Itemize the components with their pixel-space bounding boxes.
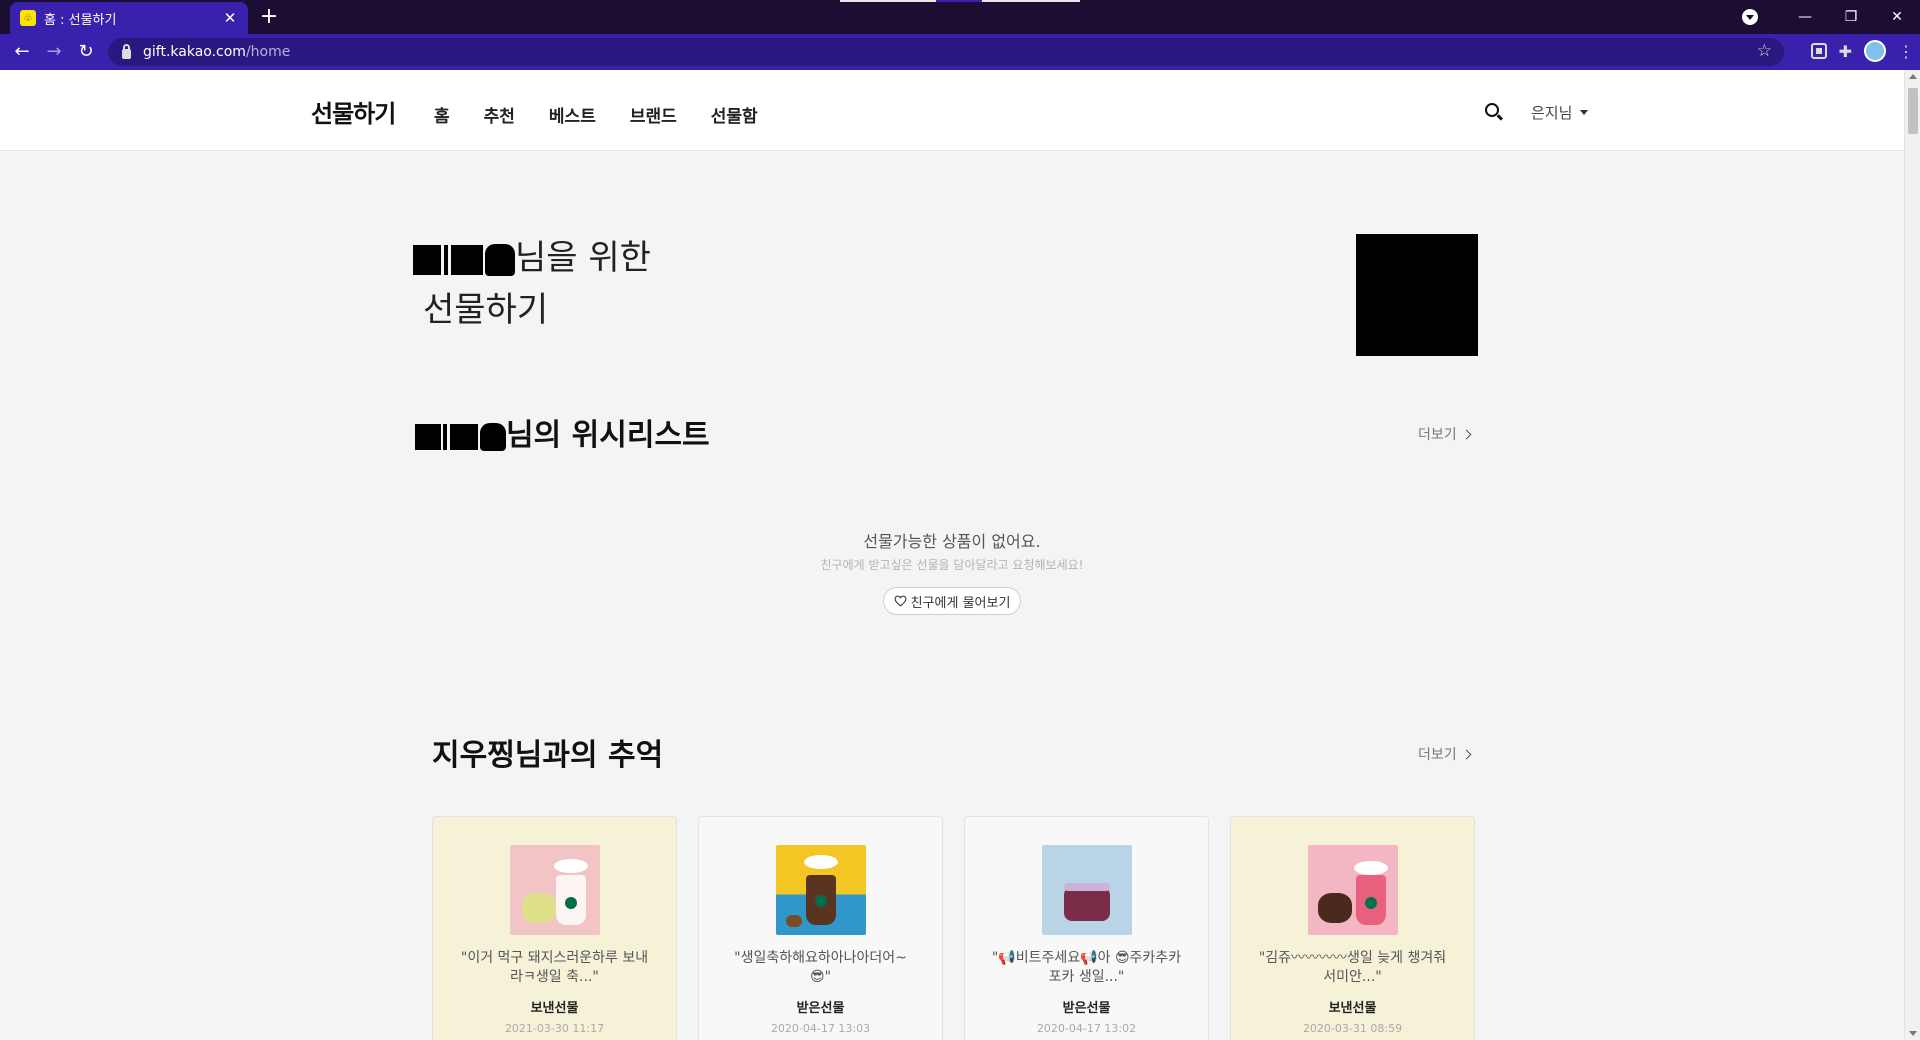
redacted-name [413,238,515,278]
scroll-down-icon[interactable] [1909,1031,1917,1036]
back-icon[interactable]: ← [10,40,34,64]
memory-card[interactable]: "이거 먹구 돼지스러운하루 보내라ㅋ생일 축..." 보낸선물 2021-03… [432,816,677,1040]
user-name: 은지님 [1531,104,1573,122]
main-nav: 홈 추천 베스트 브랜드 선물함 [433,102,758,127]
address-bar[interactable]: gift.kakao.com/home ☆ [108,38,1784,66]
card-message: "📢비트주세요📢아 😎주카추카포카 생일..." [991,950,1182,985]
product-image [1307,845,1398,935]
product-image [509,845,600,935]
nav-recommend[interactable]: 추천 [484,102,515,127]
wishlist-empty-state: 선물가능한 상품이 없어요. 친구에게 받고싶은 선물을 담아달라고 요청해보세… [600,528,1304,615]
gift-favicon-icon: ♧ [20,10,36,26]
redacted-name [415,418,506,453]
new-tab-button[interactable]: + [256,5,282,29]
hero-title: 님을 위한 선물하기 [413,232,651,336]
extension-area: ✚ ⋮ [1810,40,1914,62]
forward-icon[interactable]: → [42,40,66,64]
card-date: 2020-04-17 13:03 [770,1022,871,1035]
url-path: /home [245,44,291,60]
window-controls: — ❐ ✕ [1742,0,1920,34]
page: 선물하기 홈 추천 베스트 브랜드 선물함 은지님 님을 위한 선물하기 님의 … [0,70,1904,1040]
product-image [1041,845,1132,935]
hero-line2: 선물하기 [423,290,549,330]
site-logo[interactable]: 선물하기 [311,94,396,129]
minimize-button[interactable]: — [1782,0,1828,34]
memory-card[interactable]: "생일축하해요하아나아더어~😎" 받은선물 2020-04-17 13:03 [698,816,943,1040]
chevron-right-icon [1461,429,1472,439]
bookmark-star-icon[interactable]: ☆ [1757,41,1772,61]
memory-card[interactable]: "📢비트주세요📢아 😎주카추카포카 생일..." 받은선물 2020-04-17… [964,816,1209,1040]
empty-submessage: 친구에게 받고싶은 선물을 담아달라고 요청해보세요! [820,558,1084,572]
tab-search-icon[interactable] [1742,9,1758,25]
chevron-right-icon [1461,749,1472,759]
nav-home[interactable]: 홈 [433,102,451,127]
restore-button[interactable]: ❐ [1828,0,1874,34]
menu-dots-icon[interactable]: ⋮ [1898,42,1914,61]
window-close-button[interactable]: ✕ [1874,0,1920,34]
card-type: 받은선물 [796,1001,845,1016]
browser-tab-bar: ♧ 홈 : 선물하기 ✕ + — ❐ ✕ [0,0,1920,34]
window-indicator [840,0,1080,2]
wishlist-title: 님의 위시리스트 [415,410,710,454]
card-date: 2020-04-17 13:02 [1036,1022,1137,1035]
card-date: 2020-03-31 08:59 [1302,1022,1403,1035]
profile-image [1356,234,1478,356]
hero-line1: 님을 위한 [515,238,651,278]
card-type: 보낸선물 [1328,1001,1377,1016]
page-scrollbar[interactable] [1904,70,1920,1040]
empty-message: 선물가능한 상품이 없어요. [863,532,1041,551]
card-date: 2021-03-30 11:17 [504,1022,605,1035]
site-header: 선물하기 홈 추천 베스트 브랜드 선물함 은지님 [0,70,1904,151]
card-message: "김쥬〰〰〰〰생일 늦게 챙겨줘서미안..." [1258,950,1447,985]
tab-title: 홈 : 선물하기 [44,12,117,28]
url-domain: gift.kakao.com [143,44,246,60]
wishlist-more-link[interactable]: 더보기 [1418,424,1472,444]
puzzle-icon[interactable]: ✚ [1839,42,1852,61]
ask-friend-label: 친구에게 물어보기 [910,595,1011,611]
nav-giftbox[interactable]: 선물함 [711,102,758,127]
card-message: "생일축하해요하아나아더어~😎" [734,950,907,985]
browser-tab[interactable]: ♧ 홈 : 선물하기 ✕ [10,2,248,34]
close-icon[interactable]: ✕ [222,9,238,27]
more-label: 더보기 [1418,747,1457,763]
more-label: 더보기 [1418,427,1457,443]
product-image [775,845,866,935]
ask-friend-button[interactable]: 친구에게 물어보기 [882,587,1022,615]
memories-more-link[interactable]: 더보기 [1418,744,1472,764]
scroll-up-icon[interactable] [1909,74,1917,79]
wishlist-title-text: 님의 위시리스트 [506,418,710,453]
memories-title: 지우찡님과의 추억 [432,738,664,773]
memory-card-list: "이거 먹구 돼지스러운하루 보내라ㅋ생일 축..." 보낸선물 2021-03… [432,816,1475,1040]
profile-avatar[interactable] [1864,40,1886,62]
extension-icon[interactable] [1810,43,1827,59]
nav-brand[interactable]: 브랜드 [630,102,677,127]
card-type: 보낸선물 [530,1001,579,1016]
lock-icon [122,44,131,59]
search-icon[interactable] [1485,103,1499,117]
heart-icon [894,595,907,607]
browser-toolbar: ← → ↻ gift.kakao.com/home ☆ ✚ ⋮ [0,34,1920,70]
card-message: "이거 먹구 돼지스러운하루 보내라ㅋ생일 축..." [460,950,649,985]
user-menu[interactable]: 은지님 [1531,102,1589,123]
card-type: 받은선물 [1062,1001,1111,1016]
reload-icon[interactable]: ↻ [74,40,98,64]
memory-card[interactable]: "김쥬〰〰〰〰생일 늦게 챙겨줘서미안..." 보낸선물 2020-03-31 … [1230,816,1475,1040]
caret-down-icon [1580,110,1589,115]
nav-best[interactable]: 베스트 [549,102,596,127]
scroll-thumb[interactable] [1908,88,1918,134]
